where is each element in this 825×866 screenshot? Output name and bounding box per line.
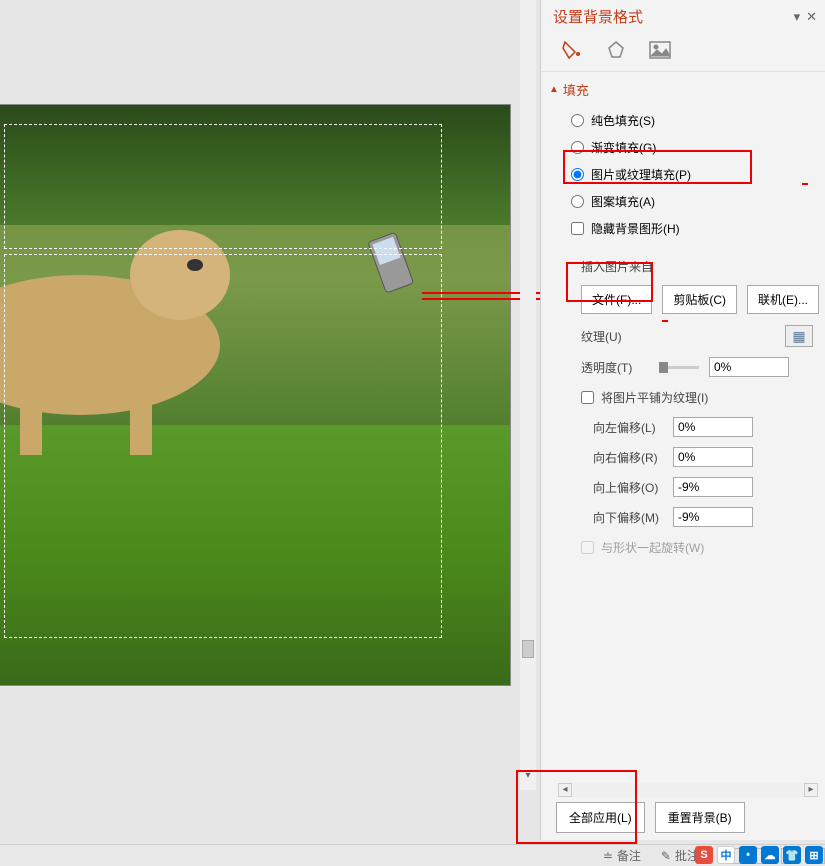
panel-close-icon[interactable]: ✕: [806, 9, 817, 25]
checkbox-hide-bg[interactable]: [571, 222, 584, 235]
insert-buttons: 文件(F)... 剪贴板(C) 联机(E)...: [541, 281, 825, 320]
panel-title: 设置背景格式: [553, 6, 643, 27]
label-solid: 纯色填充(S): [591, 112, 655, 129]
fill-options: 纯色填充(S) 渐变填充(G) 图片或纹理填充(P) 图案填充(A) 隐藏背景图…: [541, 105, 825, 250]
slide-workspace: [0, 0, 520, 790]
tray-windows-icon[interactable]: ⊞: [805, 846, 823, 864]
section-fill-label: 填充: [563, 80, 589, 99]
placeholder-title[interactable]: [4, 124, 442, 249]
panel-menu-icon[interactable]: ▾: [794, 9, 801, 25]
panel-tab-strip: [541, 33, 825, 72]
system-tray: S 中 • ☁ 👕 ⊞: [695, 846, 823, 864]
slider-knob[interactable]: [659, 362, 668, 373]
placeholder-content[interactable]: [4, 254, 442, 638]
option-gradient-fill[interactable]: 渐变填充(G): [571, 134, 825, 161]
notes-button[interactable]: ≐ 备注: [593, 847, 651, 864]
format-background-panel: 设置背景格式 ▾ ✕ ▲ 填充 纯色填充(S) 渐变填充(G) 图片或纹理: [540, 0, 825, 840]
transparency-label: 透明度(T): [581, 359, 659, 376]
label-pattern: 图案填充(A): [591, 193, 655, 210]
tray-ime-icon[interactable]: 中: [717, 846, 735, 864]
offset-down-label: 向下偏移(M): [593, 509, 673, 526]
texture-label: 纹理(U): [581, 328, 622, 345]
hscroll-right-icon[interactable]: ▸: [804, 783, 818, 797]
tray-sogou-icon[interactable]: S: [695, 846, 713, 864]
label-picture: 图片或纹理填充(P): [591, 166, 691, 183]
hscroll-left-icon[interactable]: ◂: [558, 783, 572, 797]
tray-icon-2[interactable]: ☁: [761, 846, 779, 864]
tray-icon-1[interactable]: •: [739, 846, 757, 864]
reset-bg-button[interactable]: 重置背景(B): [655, 802, 745, 833]
transparency-slider[interactable]: [659, 366, 699, 369]
label-tile: 将图片平铺为纹理(I): [601, 389, 708, 406]
scrollbar-thumb[interactable]: [522, 640, 534, 658]
tab-picture-icon[interactable]: [647, 39, 673, 61]
scrollbar-down-icon[interactable]: ▾: [520, 770, 536, 784]
tab-effects-icon[interactable]: [603, 39, 629, 61]
offset-up-input[interactable]: [673, 477, 753, 497]
checkbox-tile[interactable]: [581, 391, 594, 404]
offset-left-input[interactable]: [673, 417, 753, 437]
tab-fill-icon[interactable]: [559, 39, 585, 61]
offset-right-input[interactable]: [673, 447, 753, 467]
texture-picker-button[interactable]: [785, 325, 813, 347]
option-solid-fill[interactable]: 纯色填充(S): [571, 107, 825, 134]
file-button[interactable]: 文件(F)...: [581, 285, 652, 314]
radio-pattern[interactable]: [571, 195, 584, 208]
vertical-scrollbar[interactable]: ▾: [520, 0, 536, 790]
option-hide-bg[interactable]: 隐藏背景图形(H): [571, 215, 825, 242]
collapse-icon: ▲: [549, 84, 559, 95]
offset-up-label: 向上偏移(O): [593, 479, 673, 496]
apply-all-button[interactable]: 全部应用(L): [556, 802, 645, 833]
offset-down-input[interactable]: [673, 507, 753, 527]
label-rotate: 与形状一起旋转(W): [601, 539, 704, 556]
offset-right-label: 向右偏移(R): [593, 449, 673, 466]
annotation-mark-2: [662, 320, 668, 322]
panel-footer-buttons: 全部应用(L) 重置背景(B): [556, 802, 745, 833]
offset-left-label: 向左偏移(L): [593, 419, 673, 436]
label-hide-bg: 隐藏背景图形(H): [591, 220, 680, 237]
tray-icon-3[interactable]: 👕: [783, 846, 801, 864]
option-pattern-fill[interactable]: 图案填充(A): [571, 188, 825, 215]
checkbox-rotate: [581, 541, 594, 554]
radio-gradient[interactable]: [571, 141, 584, 154]
radio-solid[interactable]: [571, 114, 584, 127]
section-fill-header[interactable]: ▲ 填充: [541, 72, 825, 105]
radio-picture[interactable]: [571, 168, 584, 181]
annotation-mark-1: [802, 183, 808, 185]
panel-hscroll[interactable]: ◂ ▸: [558, 783, 818, 797]
label-gradient: 渐变填充(G): [591, 139, 656, 156]
insert-from-label: 插入图片来自: [541, 250, 825, 281]
online-button[interactable]: 联机(E)...: [747, 285, 819, 314]
option-picture-fill[interactable]: 图片或纹理填充(P): [571, 161, 825, 188]
clipboard-button[interactable]: 剪贴板(C): [662, 285, 737, 314]
transparency-input[interactable]: [709, 357, 789, 377]
